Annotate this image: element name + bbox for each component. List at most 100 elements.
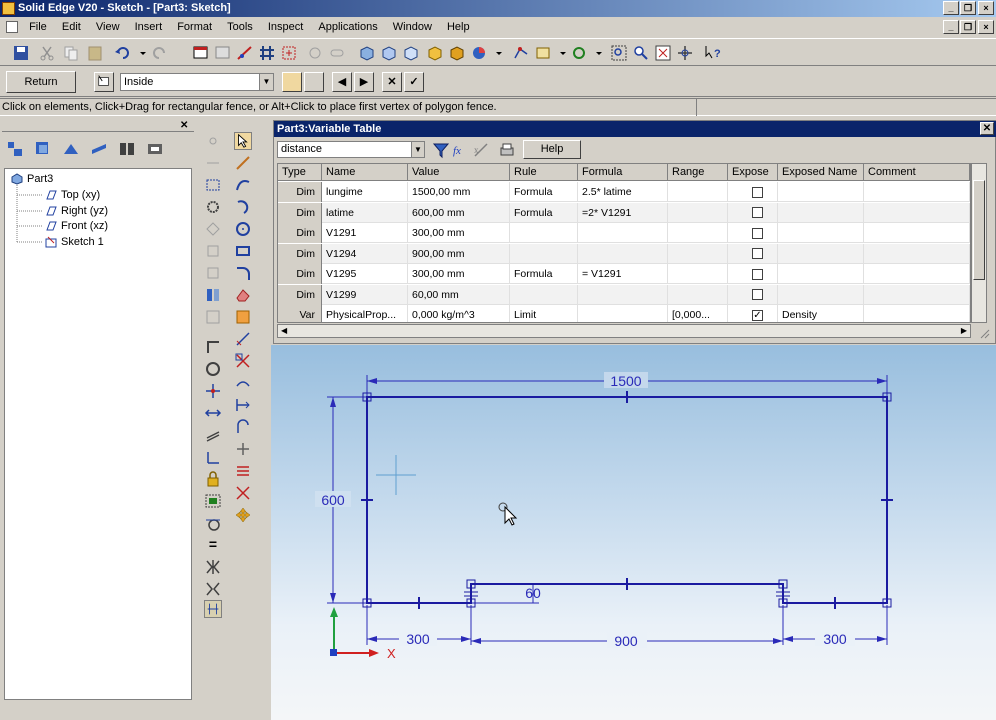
- arrow-right-icon[interactable]: ▶: [354, 72, 374, 92]
- menu-file[interactable]: File: [23, 17, 53, 37]
- zoom-icon[interactable]: [632, 44, 650, 62]
- rigid-set-icon[interactable]: [204, 492, 222, 510]
- parallel-icon[interactable]: [204, 426, 222, 444]
- offset-icon[interactable]: [204, 242, 222, 260]
- cell-name[interactable]: PhysicalProp...: [322, 305, 408, 322]
- column-header-rule[interactable]: Rule: [510, 164, 578, 181]
- dimension-300-right[interactable]: 300: [823, 631, 847, 647]
- symmetry-axis-icon[interactable]: [204, 580, 222, 598]
- cell-exposed-name[interactable]: [778, 264, 864, 284]
- extend-icon[interactable]: [234, 374, 252, 392]
- dimension-60[interactable]: 60: [525, 585, 541, 601]
- undo-dropdown-icon[interactable]: [134, 44, 146, 62]
- filter-icon[interactable]: [432, 141, 450, 159]
- cell-range[interactable]: [668, 243, 728, 264]
- cell-rule[interactable]: Limit: [510, 305, 578, 322]
- cell-exposed-name[interactable]: [778, 284, 864, 305]
- equal-icon[interactable]: =: [204, 536, 222, 554]
- cell-formula[interactable]: =2* V1291: [578, 202, 668, 223]
- square-icon[interactable]: [204, 264, 222, 282]
- table-row[interactable]: Dim V1291 300,00 mm: [278, 223, 970, 243]
- view-top-icon[interactable]: [402, 44, 420, 62]
- cut-icon[interactable]: [38, 44, 56, 62]
- cell-rule[interactable]: [510, 223, 578, 243]
- chevron-down-icon[interactable]: ▼: [411, 142, 424, 157]
- select-mode-dropdown[interactable]: Inside ▼: [120, 73, 274, 91]
- profile-outline[interactable]: [366, 396, 888, 604]
- column-header-range[interactable]: Range: [668, 164, 728, 181]
- cell-rule[interactable]: Formula: [510, 264, 578, 284]
- fence-overlap-icon[interactable]: [304, 72, 324, 92]
- delete-variable-icon[interactable]: x: [472, 141, 490, 159]
- cell-exposed-name[interactable]: [778, 243, 864, 264]
- cell-value[interactable]: 900,00 mm: [408, 243, 510, 264]
- cell-rule[interactable]: Formula: [510, 202, 578, 223]
- cell-exposed-name[interactable]: [778, 182, 864, 202]
- cell-formula[interactable]: [578, 284, 668, 305]
- trim-corner-icon[interactable]: [234, 352, 252, 370]
- dimension-900[interactable]: 900: [614, 633, 638, 649]
- cell-comment[interactable]: [864, 223, 970, 243]
- close-icon[interactable]: ✕: [980, 122, 994, 135]
- cancel-icon[interactable]: ✕: [382, 72, 402, 92]
- cell-formula[interactable]: [578, 305, 668, 322]
- cell-name[interactable]: latime: [322, 202, 408, 223]
- table-row[interactable]: Dim lungime 1500,00 mm Formula 2.5* latime: [278, 182, 970, 202]
- delete-relation-icon[interactable]: [234, 484, 252, 502]
- curve-icon[interactable]: [234, 176, 252, 194]
- cell-name[interactable]: V1299: [322, 284, 408, 305]
- cell-value[interactable]: 300,00 mm: [408, 223, 510, 243]
- cell-rule[interactable]: Formula: [510, 182, 578, 202]
- chevron-down-icon[interactable]: ▼: [259, 74, 273, 90]
- copy-icon[interactable]: [62, 44, 80, 62]
- dimension-1500[interactable]: 1500: [610, 373, 641, 389]
- menu-insert[interactable]: Insert: [129, 17, 169, 37]
- rotate-dropdown-icon[interactable]: [590, 44, 602, 62]
- relationship-handles-icon[interactable]: [204, 600, 222, 618]
- select-options-icon[interactable]: [94, 72, 114, 92]
- expose-checkbox[interactable]: [752, 248, 763, 260]
- redo-icon[interactable]: [150, 44, 168, 62]
- mirror-icon[interactable]: [204, 286, 222, 304]
- layers-dropdown-icon[interactable]: [554, 44, 566, 62]
- column-header-type[interactable]: Type: [278, 164, 322, 181]
- cell-range[interactable]: [668, 264, 728, 284]
- menu-applications[interactable]: Applications: [312, 17, 383, 37]
- cell-range[interactable]: [668, 284, 728, 305]
- cell-exposed-name[interactable]: [778, 202, 864, 223]
- expose-checkbox[interactable]: ✓: [752, 309, 763, 321]
- grid-icon[interactable]: [258, 44, 276, 62]
- rotate-icon[interactable]: [570, 44, 588, 62]
- expose-checkbox[interactable]: [752, 186, 763, 198]
- cell-name[interactable]: lungime: [322, 182, 408, 202]
- cell-name[interactable]: V1291: [322, 223, 408, 243]
- distribute-icon[interactable]: [234, 462, 252, 480]
- scroll-left-icon[interactable]: ◀: [281, 326, 287, 335]
- expose-checkbox[interactable]: [752, 207, 763, 219]
- table-row[interactable]: Var PhysicalProp... 0,000 kg/m^3 Limit [0,00…: [278, 305, 970, 322]
- cell-comment[interactable]: [864, 264, 970, 284]
- link-icon[interactable]: [328, 44, 346, 62]
- line-icon[interactable]: [234, 154, 252, 172]
- document-icon[interactable]: [6, 21, 18, 34]
- expose-checkbox-cell[interactable]: [728, 223, 778, 243]
- paste-icon[interactable]: [86, 44, 104, 62]
- shaded-edges-icon[interactable]: [448, 44, 466, 62]
- shaded-icon[interactable]: [426, 44, 444, 62]
- expose-checkbox[interactable]: [752, 268, 763, 280]
- whats-this-help-icon[interactable]: ?: [704, 44, 722, 62]
- fence-icon[interactable]: [204, 176, 222, 194]
- dimension-icon[interactable]: [234, 330, 252, 348]
- trim-icon[interactable]: [204, 154, 222, 172]
- column-header-formula[interactable]: Formula: [578, 164, 668, 181]
- print-icon[interactable]: [498, 141, 516, 159]
- cell-value[interactable]: 1500,00 mm: [408, 182, 510, 202]
- cell-value[interactable]: 600,00 mm: [408, 202, 510, 223]
- select-tool-icon[interactable]: [192, 44, 210, 62]
- cell-formula[interactable]: [578, 243, 668, 264]
- expose-checkbox-cell[interactable]: [728, 182, 778, 202]
- cell-value[interactable]: 0,000 kg/m^3: [408, 305, 510, 322]
- select-arrow-icon[interactable]: [234, 132, 252, 150]
- close-icon[interactable]: ✕: [180, 120, 188, 131]
- project-icon[interactable]: [204, 308, 222, 326]
